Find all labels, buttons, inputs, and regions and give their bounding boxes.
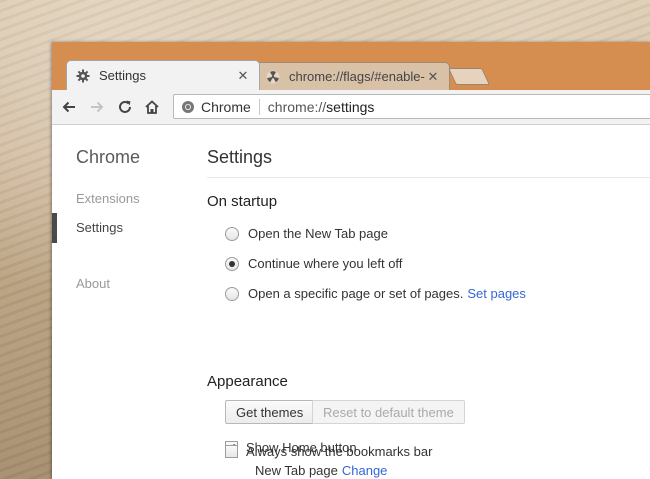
settings-main: Settings On startup Open the New Tab pag… [207, 125, 650, 479]
change-home-link[interactable]: Change [342, 463, 388, 478]
toolbar: Chrome chrome://settings [52, 90, 650, 125]
selected-indicator [52, 213, 57, 243]
startup-option-new-tab[interactable]: Open the New Tab page [225, 226, 388, 241]
address-bar[interactable]: Chrome chrome://settings [173, 94, 650, 119]
startup-heading: On startup [207, 193, 278, 210]
chrome-logo-icon [181, 100, 195, 114]
sidebar-item-extensions[interactable]: Extensions [76, 191, 140, 206]
option-label: Continue where you left off [248, 256, 403, 271]
set-pages-link[interactable]: Set pages [467, 286, 526, 301]
reload-icon[interactable] [114, 96, 136, 118]
radio-button-selected[interactable] [225, 256, 239, 271]
get-themes-button[interactable]: Get themes [225, 400, 315, 424]
radio-button[interactable] [225, 286, 239, 301]
close-tab-icon[interactable]: ✕ [425, 69, 441, 85]
sidebar: Chrome Extensions Settings About [52, 125, 192, 479]
sidebar-title: Chrome [76, 147, 141, 167]
page-title: Settings [207, 147, 273, 167]
tab-title: Settings [99, 68, 146, 83]
option-label: Open the New Tab page [248, 226, 388, 241]
url-text: chrome://settings [267, 98, 375, 115]
sidebar-item-settings[interactable]: Settings [76, 220, 123, 235]
browser-window: chrome://flags/#enable- ✕ Settings ✕ Chr… [52, 42, 650, 479]
tab-flags[interactable]: chrome://flags/#enable- ✕ [254, 62, 450, 90]
security-chip: Chrome [201, 98, 260, 115]
radiation-icon [265, 69, 281, 85]
home-page-value: New Tab page [255, 463, 338, 478]
forward-icon[interactable] [86, 96, 108, 118]
sidebar-item-about[interactable]: About [76, 276, 110, 291]
divider [207, 177, 650, 178]
tab-title: chrome://flags/#enable- [289, 69, 425, 84]
startup-option-specific-pages[interactable]: Open a specific page or set of pages. Se… [225, 286, 526, 301]
option-label: Always show the bookmarks bar [246, 444, 433, 459]
bookmarks-bar-option[interactable]: Always show the bookmarks bar [225, 444, 432, 459]
option-label: Open a specific page or set of pages. [248, 286, 464, 301]
new-tab-button[interactable] [448, 68, 490, 85]
appearance-heading: Appearance [207, 373, 288, 390]
tab-settings[interactable]: Settings ✕ [66, 60, 260, 90]
checkbox[interactable] [225, 445, 238, 458]
close-tab-icon[interactable]: ✕ [235, 68, 251, 84]
gear-icon [75, 68, 91, 84]
home-page-setting: New Tab page Change [255, 463, 387, 478]
settings-page: Chrome Extensions Settings About Setting… [52, 125, 650, 479]
radio-button[interactable] [225, 226, 239, 241]
startup-option-continue[interactable]: Continue where you left off [225, 256, 402, 271]
home-icon[interactable] [141, 96, 163, 118]
reset-theme-button[interactable]: Reset to default theme [312, 400, 465, 424]
back-icon[interactable] [58, 96, 80, 118]
